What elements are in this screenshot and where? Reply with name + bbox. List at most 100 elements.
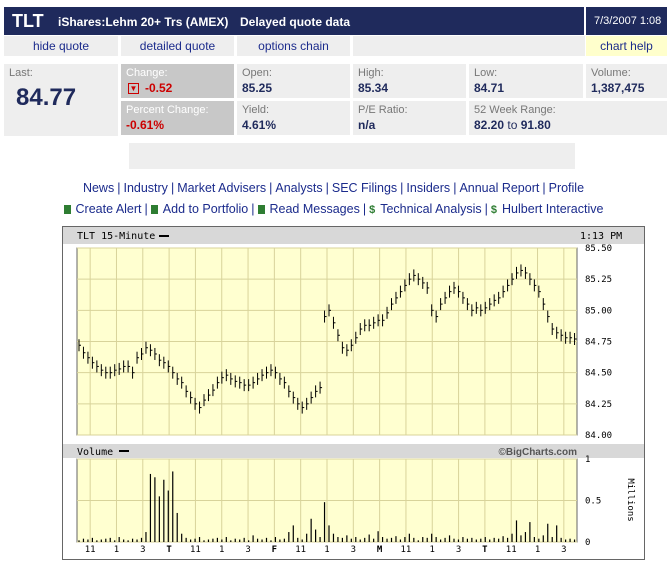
nav-cell-empty [353, 36, 585, 56]
yield-cell: Yield: 4.61% [237, 101, 350, 135]
pe-value: n/a [358, 118, 376, 132]
technical-analysis-link[interactable]: Technical Analysis [380, 202, 481, 216]
time-tick-label: 1 [219, 545, 224, 555]
quote-datetime: 7/3/2007 1:08 [594, 15, 662, 27]
time-tick-label: 3 [245, 545, 250, 555]
portfolio-icon [150, 205, 158, 214]
time-tick-label: 11 [401, 545, 412, 555]
dollar-icon: $ [369, 204, 376, 216]
low-label: Low: [474, 67, 498, 79]
volume-label: Volume: [591, 67, 631, 79]
chart-svg: TLT 15-Minute 1:13 PM Volume ©BigCharts.… [62, 226, 645, 560]
legend-swatch [159, 235, 169, 237]
price-tick-label: 84.25 [585, 400, 612, 410]
pct-change-value: -0.61% [126, 118, 165, 132]
tool-links: Create Alert | Add to Portfolio | Read Messa… [0, 202, 667, 216]
open-cell: Open: 85.25 [237, 64, 350, 98]
time-tick-label: 11 [190, 545, 201, 555]
range-high: 91.80 [520, 118, 551, 132]
add-to-portfolio-link[interactable]: Add to Portfolio [163, 202, 248, 216]
range-label: 52 Week Range: [474, 104, 556, 116]
research-links: News | Industry | Market Advisers | Analysts | S… [82, 181, 585, 195]
time-tick-label: 11 [506, 545, 517, 555]
time-tick-label: 3 [456, 545, 461, 555]
chart-time: 1:13 PM [580, 231, 622, 242]
time-tick-label: 3 [140, 545, 145, 555]
time-tick-label: 1 [324, 545, 329, 555]
annual-report-link[interactable]: Annual Report [459, 181, 539, 195]
range-cell: 52 Week Range: 82.20 to 91.80 [469, 101, 667, 135]
last-price: 84.77 [16, 84, 77, 111]
yield-value: 4.61% [242, 118, 277, 132]
volume-unit: Millions [625, 478, 635, 521]
profile-link[interactable]: Profile [549, 181, 584, 195]
low-value: 84.71 [474, 81, 505, 95]
time-tick-label: 11 [295, 545, 306, 555]
price-tick-label: 85.25 [585, 275, 612, 285]
time-tick-label: 1 [535, 545, 540, 555]
low-cell: Low: 84.71 [469, 64, 583, 98]
security-name: iShares:Lehm 20+ Trs (AMEX) [58, 15, 229, 29]
change-cell: Change: ▼ -0.52 [121, 64, 234, 98]
down-arrow-icon: ▼ [128, 83, 139, 94]
industry-link[interactable]: Industry [123, 181, 167, 195]
last-label: Last: [9, 67, 33, 79]
open-label: Open: [242, 67, 272, 79]
range-low: 82.20 [474, 118, 505, 132]
read-messages-link[interactable]: Read Messages [270, 202, 360, 216]
change-value-wrap: ▼ -0.52 [128, 81, 172, 95]
volume-tick-label: 0.5 [585, 497, 601, 507]
pe-label: P/E Ratio: [358, 104, 408, 116]
chart-title: TLT 15-Minute [77, 231, 155, 242]
price-tick-label: 84.00 [585, 431, 612, 441]
chart-help-link[interactable]: chart help [600, 39, 653, 53]
market-advisers-link[interactable]: Market Advisers [177, 181, 266, 195]
last-price-cell: Last: 84.77 [4, 64, 118, 136]
chart-credit: ©BigCharts.com [499, 447, 578, 458]
nav-cell-options: options chain [237, 36, 350, 56]
pct-change-label: Percent Change: [126, 104, 209, 116]
time-tick-label: 1 [430, 545, 435, 555]
volume-cell: Volume: 1,387,475 [586, 64, 667, 98]
high-value: 85.34 [358, 81, 389, 95]
time-tick-label: 3 [351, 545, 356, 555]
range-value: 82.20 to 91.80 [474, 118, 551, 132]
delayed-notice: Delayed quote data [240, 15, 351, 29]
range-to: to [507, 118, 518, 132]
volume-legend-swatch [119, 450, 129, 452]
options-chain-link[interactable]: options chain [258, 39, 329, 53]
volume-title: Volume [77, 447, 113, 458]
price-tick-label: 85.00 [585, 306, 612, 316]
sec-filings-link[interactable]: SEC Filings [332, 181, 397, 195]
nav-cell-detailed: detailed quote [121, 36, 234, 56]
time-tick-label: 3 [561, 545, 566, 555]
insiders-link[interactable]: Insiders [406, 181, 450, 195]
detailed-quote-link[interactable]: detailed quote [140, 39, 215, 53]
nav-cell-help: chart help [586, 36, 667, 56]
volume-value: 1,387,475 [591, 81, 645, 95]
high-cell: High: 85.34 [353, 64, 466, 98]
pe-cell: P/E Ratio: n/a [353, 101, 466, 135]
price-tick-label: 85.50 [585, 244, 612, 254]
create-alert-link[interactable]: Create Alert [76, 202, 142, 216]
news-link[interactable]: News [83, 181, 114, 195]
price-tick-label: 84.75 [585, 338, 612, 348]
hulbert-interactive-link[interactable]: Hulbert Interactive [502, 202, 603, 216]
hide-quote-link[interactable]: hide quote [33, 39, 89, 53]
high-label: High: [358, 67, 384, 79]
change-label: Change: [126, 67, 168, 79]
price-chart: TLT 15-Minute 1:13 PM Volume ©BigCharts.… [62, 226, 645, 561]
time-tick-label: M [377, 545, 383, 555]
nav-cell-hide: hide quote [4, 36, 118, 56]
time-tick-label: 11 [85, 545, 96, 555]
price-tick-label: 84.50 [585, 369, 612, 379]
alert-icon [63, 205, 71, 214]
dollar-icon: $ [490, 204, 498, 216]
open-value: 85.25 [242, 81, 273, 95]
time-tick-label: T [482, 545, 488, 555]
pct-change-cell: Percent Change: -0.61% [121, 101, 234, 135]
analysts-link[interactable]: Analysts [275, 181, 322, 195]
change-value: -0.52 [145, 81, 173, 95]
time-tick-label: F [272, 545, 277, 555]
time-tick-label: 1 [114, 545, 119, 555]
